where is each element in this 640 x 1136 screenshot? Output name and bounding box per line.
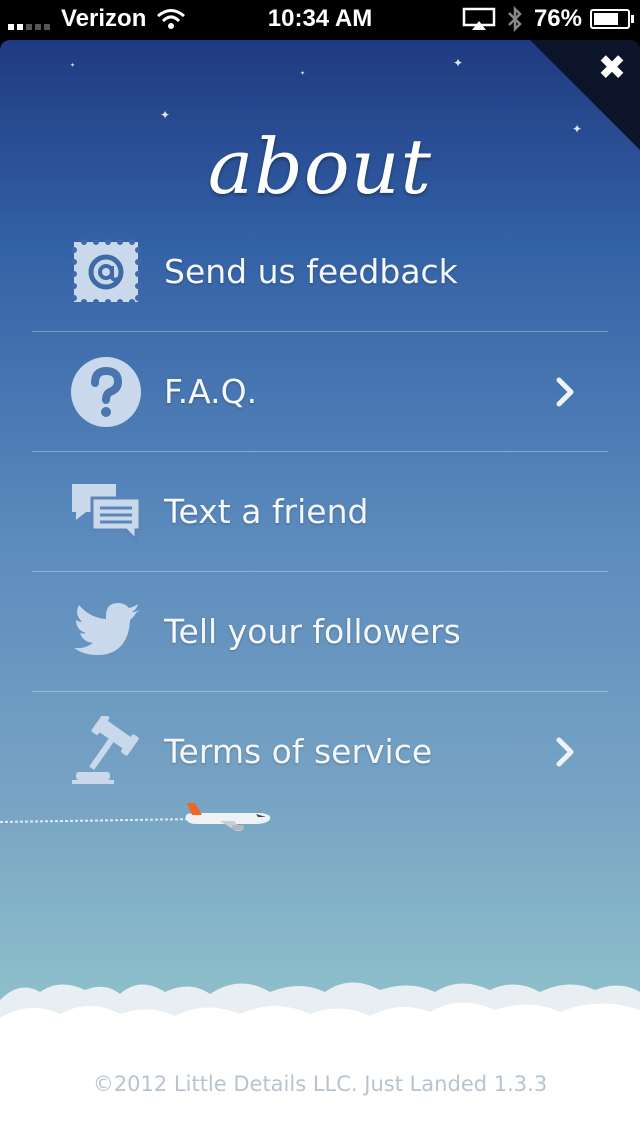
gavel-icon — [70, 715, 142, 788]
star-decoration: ✦ — [70, 62, 76, 69]
question-icon — [70, 356, 142, 428]
menu-item-faq[interactable]: F.A.Q. — [32, 332, 608, 452]
airplane-illustration — [0, 803, 271, 831]
chat-bubbles-icon — [70, 476, 142, 548]
mail-stamp-icon — [70, 236, 142, 308]
battery-percent: 76% — [533, 5, 582, 32]
twitter-bird-icon — [70, 596, 142, 668]
menu-item-label: F.A.Q. — [164, 372, 258, 411]
menu-item-label: Terms of service — [164, 732, 433, 771]
status-right: 76% — [462, 5, 634, 33]
menu-item-text-friend[interactable]: Text a friend — [32, 452, 608, 572]
battery-fill — [594, 13, 618, 25]
menu-item-label: Text a friend — [164, 492, 369, 531]
close-icon: ✖ — [597, 48, 627, 88]
menu-item-label: Tell your followers — [164, 612, 461, 651]
chevron-right-icon — [556, 377, 574, 406]
battery-icon — [590, 9, 634, 29]
menu-item-terms[interactable]: Terms of service — [32, 692, 608, 811]
star-decoration: ✦ — [300, 70, 306, 77]
about-screen: ✖ ✦ ✦ ✦ ✦ ✦ about Send us feedback F.A.Q… — [0, 40, 640, 1136]
menu-item-tell-followers[interactable]: Tell your followers — [32, 572, 608, 692]
about-menu: Send us feedback F.A.Q. Text a friend Te… — [32, 212, 608, 811]
chevron-right-icon — [556, 737, 574, 766]
close-button[interactable]: ✖ — [592, 48, 632, 88]
airplay-icon — [462, 7, 496, 30]
menu-item-feedback[interactable]: Send us feedback — [32, 212, 608, 332]
bluetooth-icon — [508, 6, 522, 32]
star-decoration: ✦ — [160, 108, 171, 122]
star-decoration: ✦ — [453, 56, 464, 70]
footer-copyright: ©2012 Little Details LLC. Just Landed 1.… — [92, 1072, 548, 1096]
status-bar: Verizon 10:34 AM 76% — [0, 0, 640, 40]
menu-item-label: Send us feedback — [164, 252, 458, 291]
page-title: about — [207, 122, 433, 211]
clouds-illustration — [0, 982, 640, 1136]
